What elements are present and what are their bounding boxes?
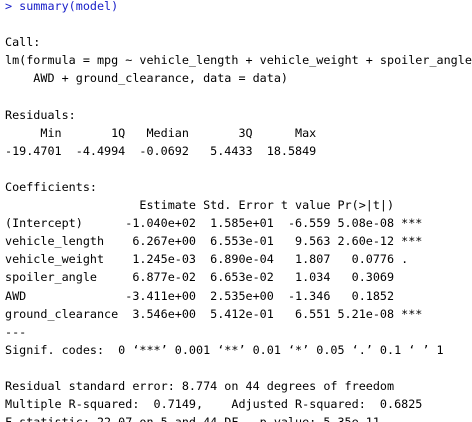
- coefficient-row-vehicle-weight: vehicle_weight 1.245e-03 6.890e-04 1.807…: [5, 252, 423, 267]
- console-command[interactable]: > summary(model): [5, 0, 472, 15]
- coefficients-heading: Coefficients:: [5, 179, 97, 194]
- coefficient-row-spoiler-angle: spoiler_angle 6.877e-02 6.653e-02 1.034 …: [5, 270, 423, 285]
- residual-std-error-line: Residual standard error: 8.774 on 44 deg…: [5, 378, 395, 393]
- signif-codes-line: Signif. codes: 0 ‘***’ 0.001 ‘**’ 0.01 ‘…: [5, 342, 444, 357]
- separator-line: ---: [5, 324, 27, 339]
- residuals-heading: Residuals:: [5, 107, 76, 122]
- residuals-values-row: -19.4701 -4.4994 -0.0692 5.4433 18.5849: [5, 143, 324, 158]
- coefficient-row-vehicle-length: vehicle_length 6.267e+00 6.553e-01 9.563…: [5, 234, 423, 249]
- coefficient-row-intercept: (Intercept) -1.040e+02 1.585e+01 -6.559 …: [5, 216, 423, 231]
- r-squared-line: Multiple R-squared: 0.7149, Adjusted R-s…: [5, 397, 430, 412]
- coefficient-row-awd: AWD -3.411e+00 2.535e+00 -1.346 0.1852: [5, 288, 423, 303]
- residuals-header-row: Min 1Q Median 3Q Max: [5, 125, 324, 140]
- call-heading: Call:: [5, 35, 41, 50]
- coefficient-row-ground-clearance: ground_clearance 3.546e+00 5.412e-01 6.5…: [5, 306, 423, 321]
- coefficients-header-row: Estimate Std. Error t value Pr(>|t|): [5, 198, 423, 213]
- r-console-output: > summary(model) Call: lm(formula = mpg …: [5, 0, 472, 422]
- f-statistic-line: F-statistic: 22.07 on 5 and 44 DF, p-val…: [5, 413, 472, 422]
- call-formula-line-1: lm(formula = mpg ~ vehicle_length + vehi…: [5, 53, 472, 68]
- call-formula-line-2: AWD + ground_clearance, data = data): [5, 71, 288, 86]
